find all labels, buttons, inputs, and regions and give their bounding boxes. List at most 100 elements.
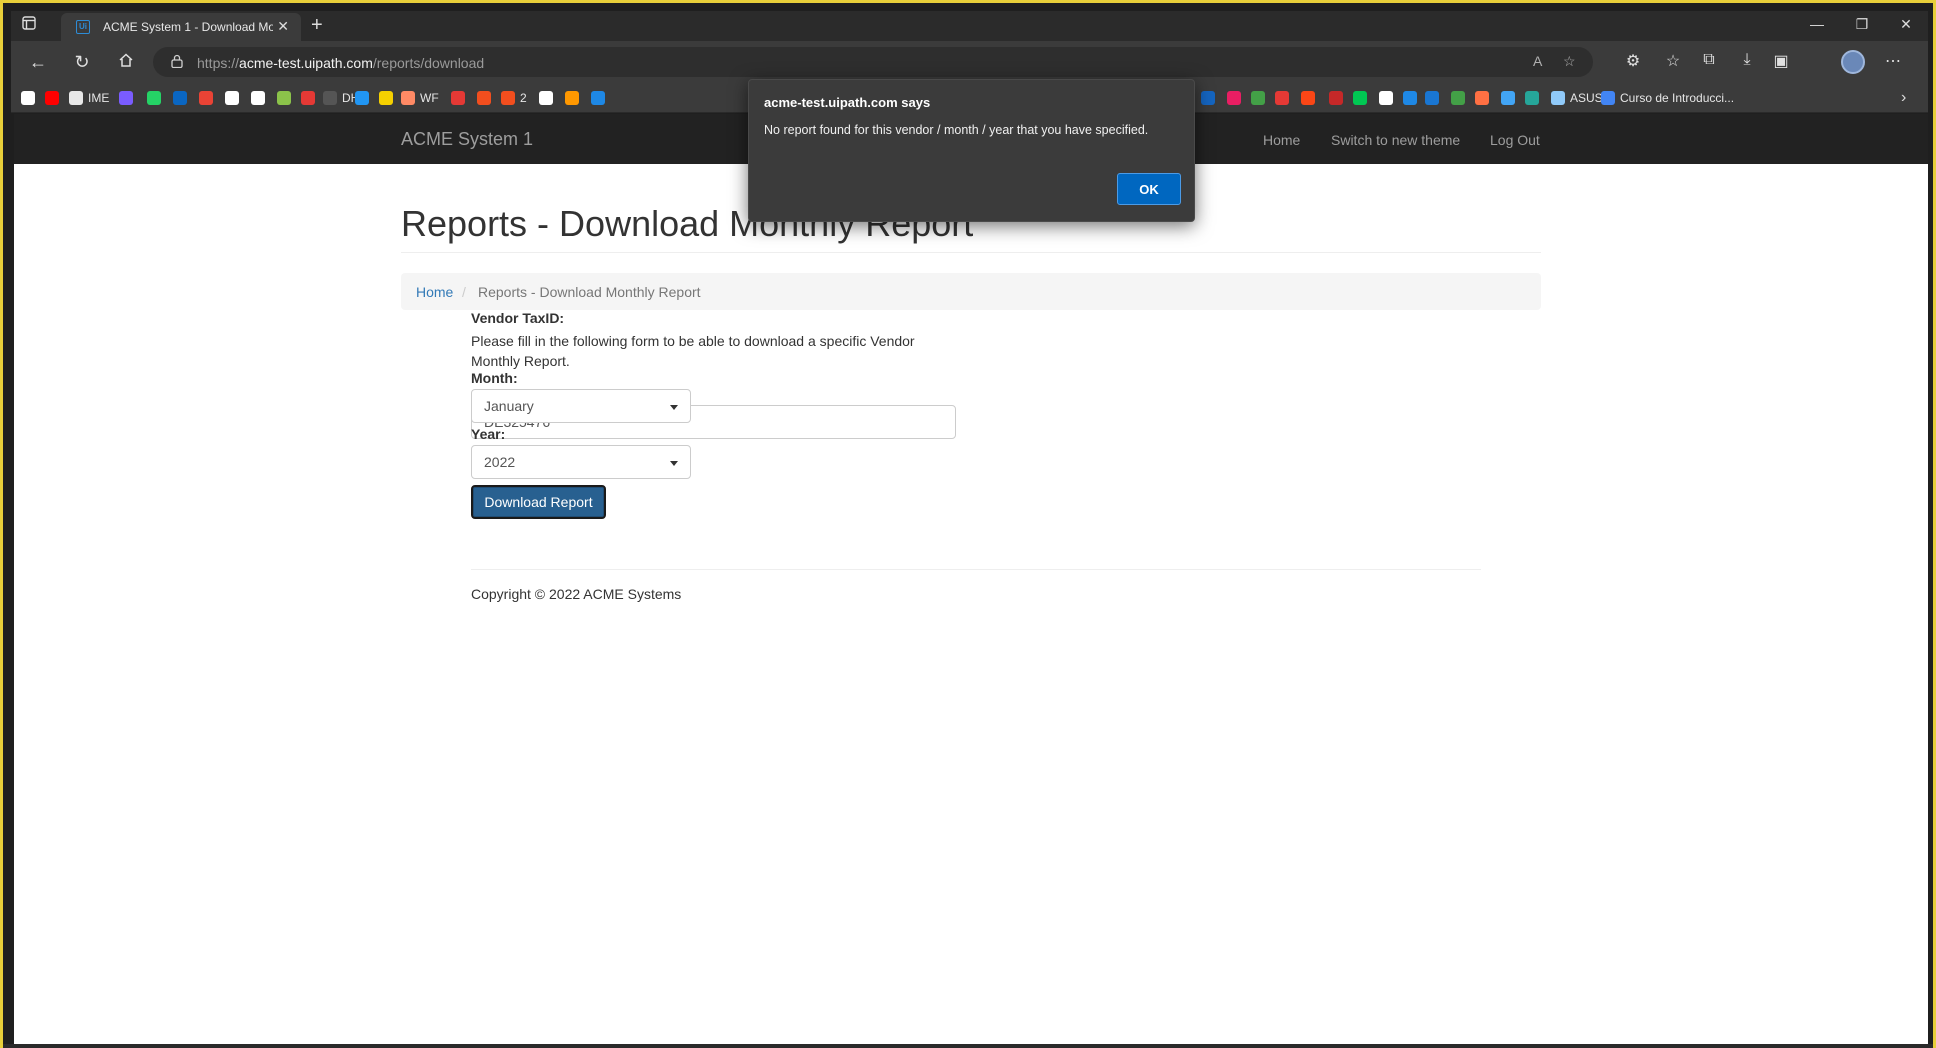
bookmark-favicon-icon xyxy=(301,91,315,105)
bookmark-favicon-icon xyxy=(1251,91,1265,105)
bookmark-favicon-icon xyxy=(379,91,393,105)
bookmark-item[interactable] xyxy=(565,90,579,106)
bookmark-item[interactable] xyxy=(251,90,265,106)
read-aloud-icon[interactable]: A xyxy=(1533,53,1542,69)
month-label: Month: xyxy=(471,370,518,386)
year-label: Year: xyxy=(471,426,506,442)
nav-switch-theme-link[interactable]: Switch to new theme xyxy=(1331,132,1460,148)
bookmark-favicon-icon xyxy=(1551,91,1565,105)
extensions-icon[interactable]: ⚙ xyxy=(1621,51,1645,71)
more-menu-icon[interactable]: ⋯ xyxy=(1881,51,1905,71)
bookmark-item[interactable]: DH xyxy=(323,90,359,106)
bookmark-item[interactable] xyxy=(119,90,133,106)
bookmark-favicon-icon xyxy=(173,91,187,105)
bookmark-item[interactable]: 2 xyxy=(501,90,527,106)
bookmarks-overflow-icon[interactable]: › xyxy=(1901,89,1906,106)
bookmark-label: 2 xyxy=(520,91,527,105)
bookmark-item[interactable] xyxy=(1379,90,1393,106)
collections-icon[interactable]: ⧉ xyxy=(1697,51,1721,69)
bookmark-favicon-icon xyxy=(565,91,579,105)
new-tab-button[interactable]: + xyxy=(311,14,323,37)
close-window-icon[interactable]: ✕ xyxy=(1891,16,1921,33)
alert-message: No report found for this vendor / month … xyxy=(764,123,1149,137)
home-icon[interactable] xyxy=(113,50,139,74)
lock-icon xyxy=(171,54,183,68)
bookmark-item[interactable]: Curso de Introducci... xyxy=(1601,90,1734,106)
url-text: https://acme-test.uipath.com/reports/dow… xyxy=(197,55,484,71)
chevron-down-icon xyxy=(670,405,678,410)
footer-divider xyxy=(471,569,1481,570)
bookmark-item[interactable] xyxy=(1425,90,1439,106)
bookmark-favicon-icon xyxy=(539,91,553,105)
bookmark-item[interactable] xyxy=(199,90,213,106)
bookmark-item[interactable] xyxy=(1451,90,1465,106)
breadcrumb-current: Reports - Download Monthly Report xyxy=(478,284,701,300)
bookmark-item[interactable] xyxy=(1501,90,1515,106)
refresh-icon[interactable]: ↻ xyxy=(69,50,95,74)
bookmark-favicon-icon xyxy=(401,91,415,105)
brand-link[interactable]: ACME System 1 xyxy=(401,129,533,150)
bookmark-item[interactable] xyxy=(539,90,553,106)
bookmark-item[interactable] xyxy=(225,90,239,106)
breadcrumb-home-link[interactable]: Home xyxy=(416,284,453,300)
chevron-down-icon xyxy=(670,461,678,466)
bookmark-item[interactable] xyxy=(1475,90,1489,106)
bookmark-favicon-icon xyxy=(501,91,515,105)
browser-window: Ui ACME System 1 - Download Mo ✕ + — ❐ ✕… xyxy=(0,0,1936,1048)
bookmark-favicon-icon xyxy=(1353,91,1367,105)
url-scheme: https:// xyxy=(197,55,240,71)
bookmark-item[interactable] xyxy=(1275,90,1289,106)
back-icon[interactable]: ← xyxy=(25,50,51,74)
bookmark-item[interactable] xyxy=(1301,90,1315,106)
alert-ok-button[interactable]: OK xyxy=(1117,173,1181,205)
bookmark-favicon-icon xyxy=(147,91,161,105)
bookmark-item[interactable] xyxy=(379,90,393,106)
bookmark-item[interactable] xyxy=(1329,90,1343,106)
bookmark-item[interactable]: WF xyxy=(401,90,439,106)
bookmark-item[interactable] xyxy=(277,90,291,106)
add-favorite-icon[interactable]: ☆ xyxy=(1563,53,1576,70)
bookmark-item[interactable] xyxy=(355,90,369,106)
bookmark-item[interactable] xyxy=(1251,90,1265,106)
bookmark-item[interactable] xyxy=(1525,90,1539,106)
bookmark-favicon-icon xyxy=(1227,91,1241,105)
tab-actions-icon[interactable] xyxy=(17,16,41,36)
tab-strip: Ui ACME System 1 - Download Mo ✕ + — ❐ ✕ xyxy=(11,11,1928,41)
bookmark-item[interactable] xyxy=(1227,90,1241,106)
bookmark-item[interactable]: ASUS xyxy=(1551,90,1603,106)
year-select[interactable]: 2022 xyxy=(471,445,691,479)
close-tab-icon[interactable]: ✕ xyxy=(277,18,289,35)
bookmark-favicon-icon xyxy=(1475,91,1489,105)
bookmark-item[interactable] xyxy=(173,90,187,106)
restore-icon[interactable]: ❐ xyxy=(1847,16,1877,33)
bookmark-item[interactable] xyxy=(451,90,465,106)
uipath-favicon-icon: Ui xyxy=(76,20,90,34)
bookmark-favicon-icon xyxy=(45,91,59,105)
bookmark-item[interactable] xyxy=(21,90,35,106)
bookmark-favicon-icon xyxy=(477,91,491,105)
bookmark-item[interactable] xyxy=(1403,90,1417,106)
browser-essentials-icon[interactable]: ▣ xyxy=(1769,51,1793,71)
minimize-icon[interactable]: — xyxy=(1802,16,1832,32)
bookmark-favicon-icon xyxy=(69,91,83,105)
bookmark-item[interactable] xyxy=(45,90,59,106)
nav-home-link[interactable]: Home xyxy=(1263,132,1300,148)
bookmark-item[interactable]: IME xyxy=(69,90,109,106)
active-tab[interactable]: Ui ACME System 1 - Download Mo ✕ xyxy=(61,13,301,41)
favorites-icon[interactable]: ☆ xyxy=(1661,51,1685,71)
bookmark-favicon-icon xyxy=(1601,91,1615,105)
profile-avatar[interactable] xyxy=(1841,50,1865,74)
bookmark-item[interactable] xyxy=(477,90,491,106)
nav-logout-link[interactable]: Log Out xyxy=(1490,132,1540,148)
download-report-button[interactable]: Download Report xyxy=(471,485,606,519)
month-select[interactable]: January xyxy=(471,389,691,423)
bookmark-item[interactable] xyxy=(301,90,315,106)
downloads-icon[interactable]: ⤓ xyxy=(1735,51,1759,69)
bookmark-item[interactable] xyxy=(147,90,161,106)
bookmark-favicon-icon xyxy=(1301,91,1315,105)
browser-toolbar: ← ↻ https://acme-test.uipath.com/reports… xyxy=(11,41,1928,83)
bookmark-item[interactable] xyxy=(1353,90,1367,106)
address-bar[interactable]: https://acme-test.uipath.com/reports/dow… xyxy=(153,47,1593,77)
bookmark-item[interactable] xyxy=(1201,90,1215,106)
bookmark-item[interactable] xyxy=(591,90,605,106)
